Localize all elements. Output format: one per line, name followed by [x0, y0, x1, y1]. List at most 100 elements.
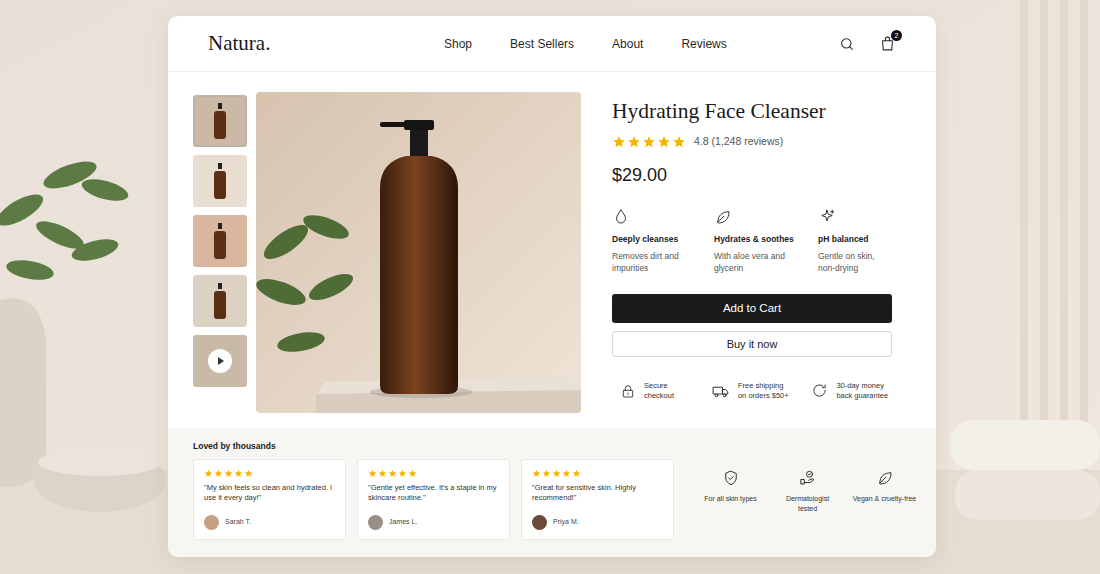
star-icon [627, 135, 641, 149]
rating-text[interactable]: 4.8 (1,248 reviews) [694, 134, 783, 150]
badge-label: Dermatologist tested [776, 494, 840, 514]
star-icon [562, 469, 571, 478]
star-icon [572, 469, 581, 478]
truck-icon [712, 382, 730, 400]
badge: Dermatologist tested [769, 469, 846, 540]
trust-item: 30-day money back guarantee [811, 381, 892, 401]
author-name: James L. [389, 517, 417, 528]
nav-link[interactable]: About [612, 35, 643, 53]
bottle-icon [212, 223, 228, 259]
star-icon [388, 469, 397, 478]
thumbnail[interactable] [193, 95, 247, 147]
star-icon [398, 469, 407, 478]
feature-title: Hydrates & soothes [714, 234, 818, 245]
star-icon [642, 135, 656, 149]
image-thumbnail [212, 163, 228, 199]
bottle-icon [212, 163, 228, 199]
review-card: "Gentle yet effective. It's a staple in … [357, 459, 510, 540]
review-quote: "Great for sensitive skin. Highly recomm… [532, 483, 663, 503]
star-icon [672, 135, 686, 149]
cart-count-badge: 2 [891, 30, 902, 41]
card-area: Natura.Shop Best Sellers About Reviews 2 Hydr… [0, 0, 1100, 557]
star-icon [224, 469, 233, 478]
star-icon [542, 469, 551, 478]
lock-icon [620, 383, 636, 399]
avatar [532, 515, 547, 530]
leaf-icon [714, 208, 818, 226]
thumbnail[interactable] [193, 275, 247, 327]
badge: Vegan & cruelty-free [846, 469, 923, 540]
product-info: Hydrating Face Cleanser 4.8 (1,248 review… [612, 92, 892, 413]
feature-text: With aloe vera and glycerin [714, 250, 794, 274]
trust-text: 30-day money back guarantee [836, 381, 892, 401]
review-author: James L. [368, 509, 499, 530]
avatar [204, 515, 219, 530]
badge-list: For all skin types Dermatologist tested Ve… [692, 459, 923, 540]
nav-link[interactable]: Reviews [681, 35, 726, 53]
thumbnail[interactable] [193, 335, 247, 387]
star-icon [378, 469, 387, 478]
author-name: Priya M. [553, 517, 579, 528]
dermatologist-icon [799, 469, 817, 487]
leaf-icon [876, 469, 894, 487]
feature-list: Deeply cleanses Removes dirt and impuriti… [612, 208, 892, 274]
shield-check-icon [722, 469, 740, 487]
star-icon [657, 135, 671, 149]
review-card: "My skin feels so clean and hydrated. I … [193, 459, 346, 540]
review-card: "Great for sensitive skin. Highly recomm… [521, 459, 674, 540]
star-rating [204, 469, 335, 478]
page: Natura.Shop Best Sellers About Reviews 2 Hydr… [0, 0, 1100, 574]
nav-link[interactable]: Shop [444, 35, 472, 53]
image-thumbnail [212, 103, 228, 139]
refresh-icon [811, 382, 828, 399]
star-icon [234, 469, 243, 478]
thumbnail[interactable] [193, 155, 247, 207]
reviews-title: Loved by thousands [193, 441, 911, 452]
video-thumbnail [208, 349, 232, 373]
trust-list: Secure checkoutFree shipping on orders $… [612, 381, 892, 401]
logo[interactable]: Natura. [208, 28, 444, 60]
star-icon [214, 469, 223, 478]
trust-text: Secure checkout [644, 381, 694, 401]
star-icon [552, 469, 561, 478]
search-icon[interactable] [839, 36, 855, 52]
star-rating [532, 469, 663, 478]
sparkle-icon [818, 208, 892, 226]
trust-item: Secure checkout [620, 381, 694, 401]
badge-label: For all skin types [704, 494, 757, 504]
site-header: Natura.Shop Best Sellers About Reviews 2 [168, 16, 936, 72]
nav-link[interactable]: Best Sellers [510, 35, 574, 53]
feature: Deeply cleanses Removes dirt and impuriti… [612, 208, 714, 274]
feature: Hydrates & soothes With aloe vera and gly… [714, 208, 818, 274]
star-icon [532, 469, 541, 478]
star-icon [612, 135, 626, 149]
product-main: Hydrating Face Cleanser 4.8 (1,248 review… [168, 72, 936, 413]
review-quote: "Gentle yet effective. It's a staple in … [368, 483, 499, 503]
star-rating [368, 469, 499, 478]
author-name: Sarah T. [225, 517, 251, 528]
main-nav: Shop Best Sellers About Reviews [444, 35, 727, 53]
product-photo [256, 92, 581, 413]
badge-label: Vegan & cruelty-free [853, 494, 916, 504]
thumbnail[interactable] [193, 215, 247, 267]
thumbnail-list [193, 92, 247, 413]
play-icon [208, 349, 232, 373]
image-thumbnail [212, 223, 228, 259]
buy-now-button[interactable]: Buy it now [612, 331, 892, 357]
product-title: Hydrating Face Cleanser [612, 98, 892, 124]
star-icon [408, 469, 417, 478]
star-icon [244, 469, 253, 478]
reviews-section: Loved by thousands "My skin feels so clea… [168, 428, 936, 557]
star-rating [612, 135, 686, 149]
bottle-icon [212, 283, 228, 319]
product-page-card: Natura.Shop Best Sellers About Reviews 2 Hydr… [168, 16, 936, 557]
feature-text: Removes dirt and impurities [612, 250, 692, 274]
cart-button[interactable]: 2 [879, 35, 896, 52]
bottle-icon [212, 103, 228, 139]
header-tools: 2 [839, 35, 896, 52]
feature-title: Deeply cleanses [612, 234, 714, 245]
feature-text: Gentle on skin, non-drying [818, 250, 892, 274]
reviews-row: "My skin feels so clean and hydrated. I … [193, 459, 911, 540]
add-to-cart-button[interactable]: Add to Cart [612, 294, 892, 323]
review-author: Sarah T. [204, 509, 335, 530]
